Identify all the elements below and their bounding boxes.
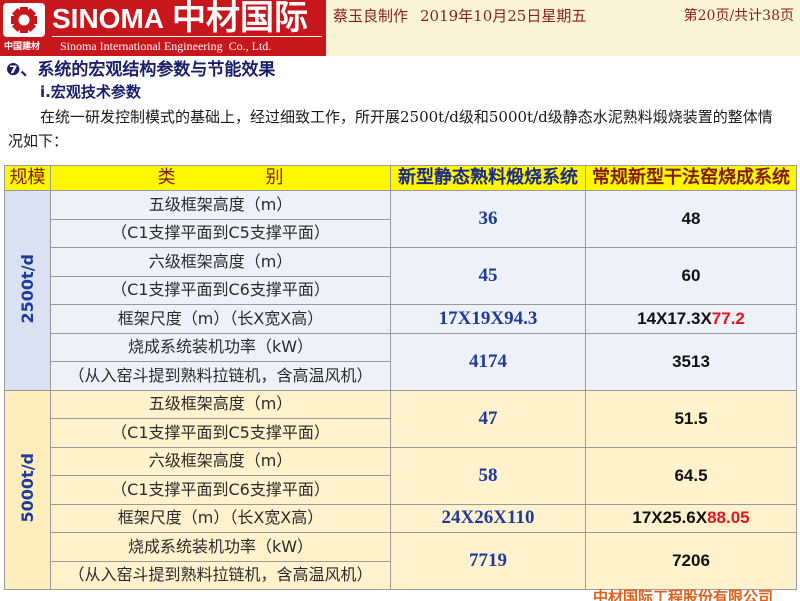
category-label: 五级框架高度（m） bbox=[50, 190, 391, 220]
company-name-en: Sinoma International Engineering Co., Lt… bbox=[60, 39, 272, 53]
conventional-value: 60 bbox=[585, 247, 797, 305]
category-label: 烧成系统装机功率（kW） bbox=[50, 332, 391, 362]
category-label: 六级框架高度（m） bbox=[50, 247, 391, 277]
paragraph-line: 况如下： bbox=[8, 132, 69, 150]
conventional-value-base: 14X17.3X bbox=[637, 308, 712, 328]
table-row: 5000t/d 五级框架高度（m） 47 51.5 bbox=[4, 389, 797, 590]
footer-company-name: 中材国际工程股份有限公司 bbox=[593, 589, 774, 601]
table-row: 框架尺度（m）（长X宽X高） 17X19X94.3 14X17.3X77.2 bbox=[5, 304, 797, 334]
conventional-value-highlight: 88.05 bbox=[707, 508, 750, 528]
logo-text-en: SINOMA bbox=[52, 3, 164, 34]
logo-mark bbox=[3, 3, 45, 37]
new-system-value: 17X19X94.3 bbox=[390, 304, 586, 334]
conventional-value-base: 17X25.6X bbox=[632, 508, 708, 528]
conventional-value: 7206 bbox=[585, 532, 797, 590]
category-label: 框架尺度（m）（长X宽X高） bbox=[50, 304, 391, 334]
category-sublabel: （从入窑斗提到熟料拉链机，含高温风机） bbox=[50, 560, 391, 590]
new-system-value: 58 bbox=[390, 446, 586, 505]
scale-cell: 5000t/d bbox=[4, 389, 51, 590]
author-label: 蔡玉良制作 bbox=[333, 7, 409, 25]
scale-cell: 2500t/d bbox=[4, 190, 51, 391]
scale-label: 5000t/d bbox=[18, 453, 37, 523]
new-system-value: 36 bbox=[390, 190, 586, 248]
header-new-system: 新型静态熟料煅烧系统 bbox=[390, 165, 586, 191]
table-row: 烧成系统装机功率（kW） 7719 7206 bbox=[5, 532, 797, 590]
category-label: 框架尺度（m）（长X宽X高） bbox=[50, 503, 391, 533]
new-system-value: 4174 bbox=[390, 332, 586, 391]
category-label: 六级框架高度（m） bbox=[50, 446, 391, 476]
date-label: 2019年10月25日星期五 bbox=[420, 7, 587, 25]
page-indicator: 第20页/共计38页 bbox=[683, 8, 794, 24]
category-label: 五级框架高度（m） bbox=[50, 389, 391, 419]
section-title: ❼、系统的宏观结构参数与节能效果 bbox=[6, 60, 276, 80]
category-sublabel: （C1支撑平面到C6支撑平面） bbox=[50, 475, 391, 505]
brand-banner: 中国建材 SINOMA 中材国际 Sinoma International En… bbox=[0, 0, 326, 56]
category-sublabel: （C1支撑平面到C6支撑平面） bbox=[50, 275, 391, 305]
brand-badge: 中国建材 bbox=[4, 42, 41, 52]
slide: 中国建材 SINOMA 中材国际 Sinoma International En… bbox=[0, 0, 800, 601]
table-row: 框架尺度（m）（长X宽X高） 24X26X110 17X25.6X88.05 bbox=[5, 503, 797, 533]
conventional-value: 3513 bbox=[585, 332, 797, 391]
category-sublabel: （C1支撑平面到C5支撑平面） bbox=[50, 218, 391, 248]
category-sublabel: （从入窑斗提到熟料拉链机，含高温风机） bbox=[50, 361, 391, 391]
header-conventional-system: 常规新型干法窑烧成系统 bbox=[585, 165, 797, 191]
table-row: 六级框架高度（m） 58 64.5 bbox=[5, 446, 797, 505]
paragraph-line: 在统一研发控制模式的基础上，经过细致工作，所开展2500t/d级和5000t/d… bbox=[40, 108, 773, 126]
spec-comparison-table: 规模 类 别 新型静态熟料煅烧系统 常规新型干法窑烧成系统 2500t/d 五级… bbox=[4, 165, 797, 590]
header-scale: 规模 bbox=[4, 165, 51, 191]
category-sublabel: （C1支撑平面到C5支撑平面） bbox=[50, 418, 391, 448]
conventional-value: 51.5 bbox=[585, 389, 797, 448]
conventional-value: 14X17.3X77.2 bbox=[585, 304, 797, 334]
conventional-value: 64.5 bbox=[585, 446, 797, 505]
conventional-value: 17X25.6X88.05 bbox=[585, 503, 797, 533]
header-category: 类 别 bbox=[50, 165, 391, 191]
new-system-value: 7719 bbox=[390, 532, 586, 590]
conventional-value-highlight: 77.2 bbox=[711, 308, 745, 328]
table-row: 烧成系统装机功率（kW） 4174 3513 bbox=[5, 332, 797, 391]
conventional-value: 48 bbox=[585, 190, 797, 248]
new-system-value: 47 bbox=[390, 389, 586, 448]
new-system-value: 45 bbox=[390, 247, 586, 305]
logo-text-cn: 中材国际 bbox=[172, 0, 308, 38]
scale-label: 2500t/d bbox=[18, 253, 37, 323]
table-row: 六级框架高度（m） 45 60 bbox=[5, 247, 797, 305]
new-system-value: 24X26X110 bbox=[390, 503, 586, 533]
category-label: 烧成系统装机功率（kW） bbox=[50, 532, 391, 562]
table-header-row: 规模 类 别 新型静态熟料煅烧系统 常规新型干法窑烧成系统 bbox=[4, 165, 797, 191]
sinoma-logo-icon bbox=[3, 3, 45, 37]
footer: 中材国际工程股份有限公司 bbox=[593, 589, 793, 601]
table-row: 2500t/d 五级框架高度（m） 36 48 bbox=[4, 190, 797, 391]
logo-divider bbox=[52, 36, 322, 37]
subsection-title: ⅰ.宏观技术参数 bbox=[40, 83, 141, 101]
